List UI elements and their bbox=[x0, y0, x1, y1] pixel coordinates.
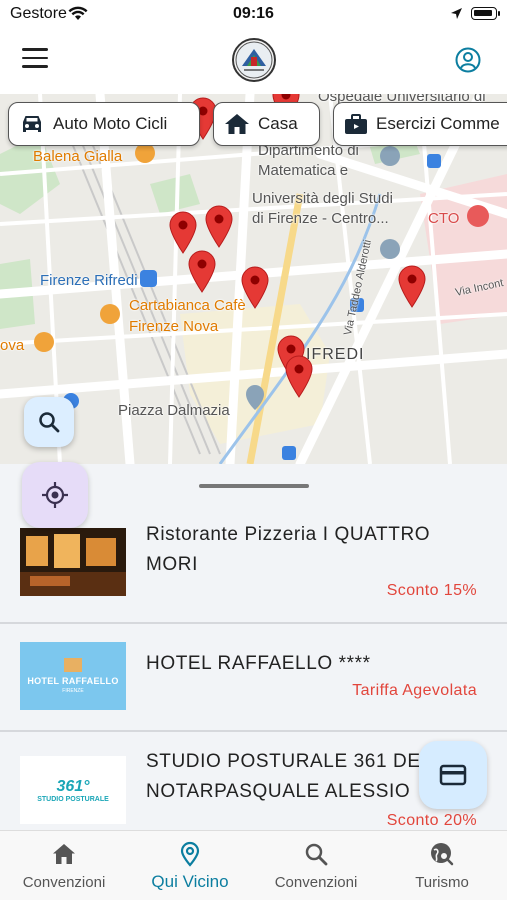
thumbnail-text: HOTEL RAFFAELLO bbox=[27, 676, 119, 686]
map-marker[interactable] bbox=[284, 354, 314, 398]
map-pin-icon bbox=[180, 841, 200, 867]
bottom-tab-bar: Convenzioni Qui Vicino Convenzioni Turis… bbox=[0, 830, 507, 900]
map-label-balena: Balena Gialla bbox=[33, 148, 123, 165]
hamburger-menu-icon[interactable] bbox=[22, 48, 48, 70]
listing-thumbnail: HOTEL RAFFAELLO FIRENZE bbox=[20, 642, 126, 710]
map-label-piazza: Piazza Dalmazia bbox=[118, 402, 230, 419]
sheet-drag-handle[interactable] bbox=[199, 484, 309, 488]
map-marker[interactable] bbox=[397, 264, 427, 308]
map-label-cartabianca-1: Cartabianca Cafè bbox=[129, 297, 246, 314]
filter-chip-label: Auto Moto Cicli bbox=[53, 114, 168, 133]
tab-label: Turismo bbox=[415, 874, 469, 891]
car-icon bbox=[23, 116, 41, 132]
filter-chip-label: Casa bbox=[258, 114, 298, 133]
listing-name: Ristorante Pizzeria I QUATTRO MORI bbox=[146, 524, 431, 575]
app-header bbox=[0, 28, 507, 94]
home-icon bbox=[53, 844, 75, 864]
battery-icon bbox=[471, 7, 500, 20]
search-icon bbox=[39, 412, 60, 433]
listing-thumbnail: 361° STUDIO POSTURALE bbox=[20, 756, 126, 824]
filter-chip-esercizi-commerciali[interactable]: Esercizi Comme bbox=[333, 102, 507, 146]
map-search-button[interactable] bbox=[24, 397, 74, 447]
tab-label: Qui Vicino bbox=[151, 872, 229, 891]
map-label-universita-2: di Firenze - Centro... bbox=[252, 210, 389, 227]
list-item[interactable]: Ristorante Pizzeria I QUATTRO MORI Scont… bbox=[0, 516, 507, 622]
map-label-nova: ova bbox=[0, 337, 25, 354]
map-label-cto: CTO bbox=[428, 210, 460, 227]
tab-convenzioni-home[interactable]: Convenzioni bbox=[1, 831, 127, 900]
tab-qui-vicino[interactable]: Qui Vicino bbox=[127, 831, 253, 900]
map-marker[interactable] bbox=[240, 265, 270, 309]
listing-discount: Tariffa Agevolata bbox=[352, 682, 477, 699]
map-label-rifredi: IFREDI bbox=[306, 346, 365, 363]
user-circle-icon[interactable] bbox=[455, 47, 481, 73]
listing-discount: Sconto 15% bbox=[386, 582, 477, 599]
tab-turismo[interactable]: Turismo bbox=[379, 831, 505, 900]
clock: 09:16 bbox=[233, 5, 274, 22]
map-label-dipartimento-2: Matematica e bbox=[258, 162, 349, 179]
gps-locate-icon bbox=[42, 482, 68, 508]
briefcase-icon bbox=[345, 114, 367, 134]
locate-me-button[interactable] bbox=[22, 462, 88, 528]
globe-search-icon bbox=[431, 843, 454, 866]
location-arrow-icon bbox=[451, 8, 462, 19]
filter-chip-label: Esercizi Comme bbox=[376, 114, 500, 133]
tab-convenzioni-search[interactable]: Convenzioni bbox=[253, 831, 379, 900]
map-label-universita-1: Università degli Studi bbox=[252, 190, 393, 207]
listing-discount: Sconto 20% bbox=[386, 812, 477, 829]
filter-chip-auto-moto-cicli[interactable]: Auto Moto Cicli bbox=[8, 102, 200, 146]
search-icon bbox=[305, 843, 328, 866]
map-marker[interactable] bbox=[168, 210, 198, 254]
association-logo bbox=[232, 38, 276, 82]
tab-label: Convenzioni bbox=[22, 874, 106, 891]
tab-label: Convenzioni bbox=[274, 874, 358, 891]
credit-card-icon bbox=[439, 764, 467, 786]
status-bar: Gestore 09:16 bbox=[0, 0, 507, 28]
list-item[interactable]: HOTEL RAFFAELLO FIRENZE HOTEL RAFFAELLO … bbox=[0, 624, 507, 730]
thumbnail-text: 361° bbox=[56, 777, 90, 795]
map-marker[interactable] bbox=[187, 249, 217, 293]
filter-chip-casa[interactable]: Casa bbox=[213, 102, 320, 146]
map-label-rifredi-station: Firenze Rifredi bbox=[40, 272, 138, 289]
listing-name: HOTEL RAFFAELLO **** bbox=[146, 653, 371, 674]
thumbnail-subtext: FIRENZE bbox=[62, 688, 84, 694]
membership-card-button[interactable] bbox=[419, 741, 487, 809]
thumbnail-subtext: STUDIO POSTURALE bbox=[37, 795, 109, 803]
map-marker[interactable] bbox=[204, 204, 234, 248]
listing-name: STUDIO POSTURALE 361 DEL NOTARPASQUALE A… bbox=[146, 751, 432, 802]
listing-thumbnail bbox=[20, 528, 126, 596]
map-label-cartabianca-2: Firenze Nova bbox=[129, 318, 219, 335]
house-icon bbox=[225, 114, 249, 134]
map-view[interactable]: Ospedale Universitario di Balena Gialla … bbox=[0, 94, 507, 464]
